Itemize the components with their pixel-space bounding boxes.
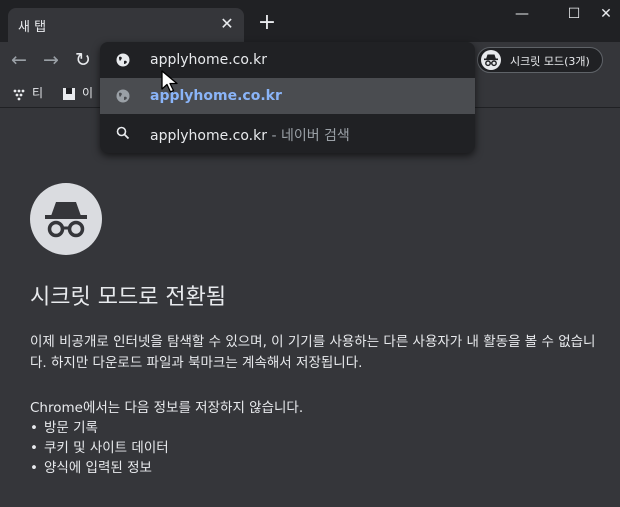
bookmark-item-2[interactable]: 이 bbox=[62, 84, 93, 102]
forward-button[interactable]: → bbox=[40, 49, 62, 71]
tab-new-tab[interactable]: 새 탭 ✕ bbox=[8, 8, 244, 42]
maximize-button[interactable]: ☐ bbox=[562, 4, 586, 24]
omnibox-suggestion-url[interactable]: applyhome.co.kr bbox=[100, 78, 475, 114]
incognito-icon bbox=[481, 50, 501, 70]
tab-title: 새 탭 bbox=[18, 20, 47, 35]
search-icon bbox=[115, 125, 131, 141]
dots-icon bbox=[12, 87, 26, 101]
suggestion-query: applyhome.co.kr bbox=[150, 128, 267, 144]
bookmark-item-1[interactable]: 티 bbox=[12, 84, 43, 102]
window-close-button[interactable]: ✕ bbox=[594, 4, 618, 24]
omnibox-input-row[interactable]: applyhome.co.kr bbox=[100, 42, 475, 78]
not-saved-heading: Chrome에서는 다음 정보를 저장하지 않습니다. bbox=[30, 400, 304, 416]
tab-strip: 새 탭 ✕ + — ☐ ✕ bbox=[0, 0, 620, 42]
new-tab-button[interactable]: + bbox=[256, 12, 278, 34]
globe-icon bbox=[115, 52, 131, 68]
list-item: 양식에 입력된 정보 bbox=[30, 458, 169, 478]
incognito-page: 시크릿 모드로 전환됨 이제 비공개로 인터넷을 탐색할 수 있으며, 이 기기… bbox=[0, 109, 620, 507]
globe-icon bbox=[115, 88, 131, 104]
incognito-button[interactable]: 시크릿 모드(3개) bbox=[477, 47, 603, 73]
incognito-label: 시크릿 모드(3개) bbox=[510, 55, 590, 68]
mouse-cursor-icon bbox=[160, 70, 182, 96]
suggestion-text: applyhome.co.kr - 네이버 검색 bbox=[150, 125, 350, 145]
back-button[interactable]: ← bbox=[8, 49, 30, 71]
suggestion-suffix: - 네이버 검색 bbox=[267, 128, 350, 144]
omnibox-input[interactable]: applyhome.co.kr bbox=[150, 52, 267, 68]
bookmark-icon bbox=[62, 87, 76, 101]
minimize-button[interactable]: — bbox=[510, 4, 534, 24]
bookmark-label: 티 bbox=[32, 86, 44, 100]
omnibox-dropdown: applyhome.co.kr applyhome.co.kr applyhom… bbox=[100, 42, 475, 153]
reload-button[interactable]: ↻ bbox=[72, 49, 94, 71]
page-title: 시크릿 모드로 전환됨 bbox=[30, 285, 227, 310]
incognito-icon bbox=[30, 183, 102, 255]
not-saved-list: 방문 기록 쿠키 및 사이트 데이터 양식에 입력된 정보 bbox=[30, 418, 169, 478]
tab-close-icon[interactable]: ✕ bbox=[218, 15, 236, 33]
bookmark-label: 이 bbox=[82, 86, 94, 100]
list-item: 방문 기록 bbox=[30, 418, 169, 438]
omnibox-suggestion-search[interactable]: applyhome.co.kr - 네이버 검색 bbox=[100, 115, 475, 151]
list-item: 쿠키 및 사이트 데이터 bbox=[30, 438, 169, 458]
description-text: 이제 비공개로 인터넷을 탐색할 수 있으며, 이 기기를 사용하는 다른 사용… bbox=[30, 334, 596, 371]
